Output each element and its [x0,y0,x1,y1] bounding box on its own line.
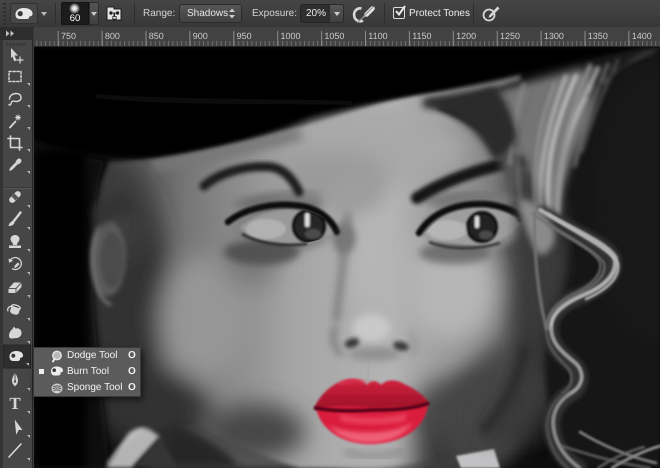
svg-text:1250: 1250 [500,31,520,41]
svg-text:1200: 1200 [456,31,476,41]
svg-text:800: 800 [105,31,120,41]
svg-text:T: T [9,394,21,413]
svg-text:1150: 1150 [412,31,431,41]
svg-text:1300: 1300 [544,31,564,41]
svg-text:850: 850 [149,31,164,41]
svg-text:1100: 1100 [368,31,387,41]
svg-text:750: 750 [61,31,76,41]
svg-text:1000: 1000 [281,31,301,41]
svg-text:1400: 1400 [632,31,652,41]
svg-text:900: 900 [193,31,208,41]
svg-text:1050: 1050 [324,31,344,41]
svg-text:1350: 1350 [588,31,608,41]
svg-text:950: 950 [237,31,252,41]
